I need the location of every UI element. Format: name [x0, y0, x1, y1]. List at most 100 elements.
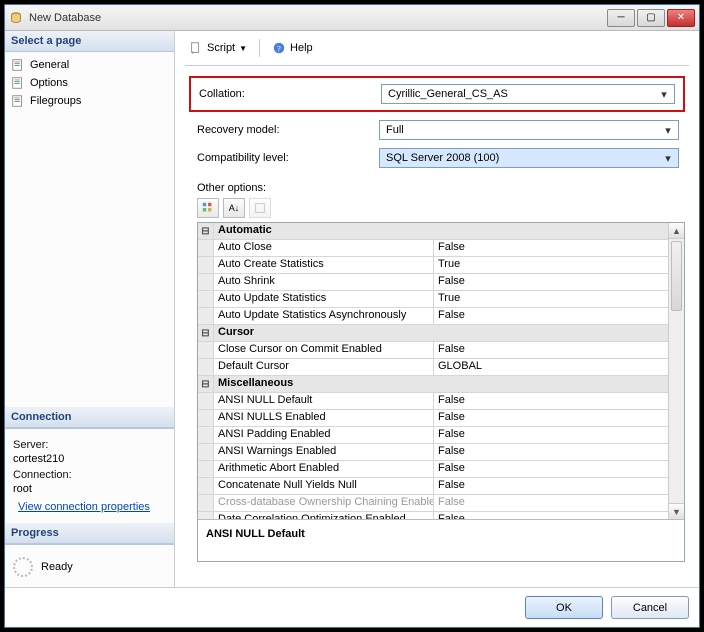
property-name: Cross-database Ownership Chaining Enable…: [214, 495, 434, 511]
page-icon: [11, 94, 25, 108]
property-value[interactable]: False: [434, 308, 668, 324]
property-name: Auto Close: [214, 240, 434, 256]
scroll-up-arrow[interactable]: ▲: [669, 223, 684, 239]
main-panel: Script ▼ ? Help Collation: Cyrillic_Gene…: [175, 31, 699, 587]
property-row[interactable]: Concatenate Null Yields NullFalse: [198, 478, 668, 495]
categorized-button[interactable]: [197, 198, 219, 218]
svg-text:?: ?: [277, 44, 281, 54]
compatibility-level-label: Compatibility level:: [197, 152, 367, 164]
property-row[interactable]: Auto Update StatisticsTrue: [198, 291, 668, 308]
separator: [259, 39, 260, 57]
alphabetical-button[interactable]: A↓: [223, 198, 245, 218]
property-row[interactable]: ANSI NULLS EnabledFalse: [198, 410, 668, 427]
property-value[interactable]: False: [434, 461, 668, 477]
toolbar: Script ▼ ? Help: [185, 37, 689, 65]
property-value[interactable]: GLOBAL: [434, 359, 668, 375]
sidebar-item-label: Options: [30, 77, 68, 89]
sidebar-item-label: Filegroups: [30, 95, 81, 107]
ok-button[interactable]: OK: [525, 596, 603, 619]
property-value[interactable]: False: [434, 444, 668, 460]
sidebar-item-options[interactable]: Options: [9, 74, 170, 92]
property-name: ANSI Warnings Enabled: [214, 444, 434, 460]
recovery-model-label: Recovery model:: [197, 124, 367, 136]
scroll-down-arrow[interactable]: ▼: [669, 503, 684, 519]
property-description: ANSI NULL Default: [198, 519, 684, 561]
property-name: Close Cursor on Commit Enabled: [214, 342, 434, 358]
property-row[interactable]: Arithmetic Abort EnabledFalse: [198, 461, 668, 478]
property-name: ANSI Padding Enabled: [214, 427, 434, 443]
chevron-down-icon: ▾: [660, 150, 676, 166]
select-page-header: Select a page: [5, 31, 174, 52]
other-options-label: Other options:: [185, 174, 689, 198]
collation-highlight: Collation: Cyrillic_General_CS_AS ▾: [189, 76, 685, 112]
property-name: Arithmetic Abort Enabled: [214, 461, 434, 477]
property-value[interactable]: False: [434, 410, 668, 426]
title-bar[interactable]: New Database ─ ▢ ✕: [5, 5, 699, 31]
property-row[interactable]: Date Correlation Optimization EnabledFal…: [198, 512, 668, 519]
property-value[interactable]: False: [434, 512, 668, 519]
progress-header: Progress: [5, 523, 174, 544]
connection-value: root: [13, 483, 166, 495]
property-row[interactable]: ANSI NULL DefaultFalse: [198, 393, 668, 410]
sidebar-item-label: General: [30, 59, 69, 71]
collapse-icon[interactable]: ⊟: [198, 376, 214, 392]
property-name: Auto Shrink: [214, 274, 434, 290]
property-group[interactable]: ⊟Automatic: [198, 223, 668, 240]
separator: [185, 65, 689, 66]
script-button[interactable]: Script ▼: [185, 39, 251, 57]
page-icon: [11, 58, 25, 72]
server-value: cortest210: [13, 453, 166, 465]
property-row[interactable]: Auto ShrinkFalse: [198, 274, 668, 291]
property-row[interactable]: Close Cursor on Commit EnabledFalse: [198, 342, 668, 359]
sidebar-item-general[interactable]: General: [9, 56, 170, 74]
property-row[interactable]: ANSI Warnings EnabledFalse: [198, 444, 668, 461]
property-value[interactable]: False: [434, 342, 668, 358]
property-row[interactable]: Auto Update Statistics AsynchronouslyFal…: [198, 308, 668, 325]
minimize-button[interactable]: ─: [607, 9, 635, 27]
collapse-icon[interactable]: ⊟: [198, 223, 214, 239]
connection-header: Connection: [5, 407, 174, 428]
property-value[interactable]: False: [434, 427, 668, 443]
group-name: Miscellaneous: [214, 376, 668, 392]
property-row[interactable]: Auto CloseFalse: [198, 240, 668, 257]
property-value[interactable]: False: [434, 274, 668, 290]
vertical-scrollbar[interactable]: ▲ ▼: [668, 223, 684, 519]
property-name: Default Cursor: [214, 359, 434, 375]
server-label: Server:: [13, 439, 166, 451]
property-row[interactable]: Default CursorGLOBAL: [198, 359, 668, 376]
group-name: Cursor: [214, 325, 668, 341]
property-row[interactable]: Cross-database Ownership Chaining Enable…: [198, 495, 668, 512]
property-value[interactable]: False: [434, 495, 668, 511]
help-icon: ?: [272, 41, 286, 55]
property-value[interactable]: False: [434, 240, 668, 256]
connection-panel: Server: cortest210 Connection: root View…: [5, 428, 174, 523]
window-title: New Database: [29, 12, 607, 24]
chevron-down-icon: ▾: [660, 122, 676, 138]
close-button[interactable]: ✕: [667, 9, 695, 27]
recovery-model-select[interactable]: Full ▾: [379, 120, 679, 140]
property-name: Auto Update Statistics Asynchronously: [214, 308, 434, 324]
property-value[interactable]: False: [434, 393, 668, 409]
scroll-thumb[interactable]: [671, 241, 682, 311]
property-row[interactable]: ANSI Padding EnabledFalse: [198, 427, 668, 444]
view-connection-properties-link[interactable]: View connection properties: [13, 501, 166, 513]
collation-label: Collation:: [199, 88, 369, 100]
sidebar-item-filegroups[interactable]: Filegroups: [9, 92, 170, 110]
property-value[interactable]: True: [434, 257, 668, 273]
property-value[interactable]: False: [434, 478, 668, 494]
maximize-button[interactable]: ▢: [637, 9, 665, 27]
group-name: Automatic: [214, 223, 668, 239]
property-group[interactable]: ⊟Cursor: [198, 325, 668, 342]
property-group[interactable]: ⊟Miscellaneous: [198, 376, 668, 393]
help-button[interactable]: ? Help: [268, 39, 317, 57]
property-name: ANSI NULL Default: [214, 393, 434, 409]
property-pages-button[interactable]: [249, 198, 271, 218]
compatibility-level-select[interactable]: SQL Server 2008 (100) ▾: [379, 148, 679, 168]
property-grid: ⊟AutomaticAuto CloseFalseAuto Create Sta…: [197, 222, 685, 562]
cancel-button[interactable]: Cancel: [611, 596, 689, 619]
property-name: Auto Update Statistics: [214, 291, 434, 307]
collation-select[interactable]: Cyrillic_General_CS_AS ▾: [381, 84, 675, 104]
property-value[interactable]: True: [434, 291, 668, 307]
collapse-icon[interactable]: ⊟: [198, 325, 214, 341]
property-row[interactable]: Auto Create StatisticsTrue: [198, 257, 668, 274]
